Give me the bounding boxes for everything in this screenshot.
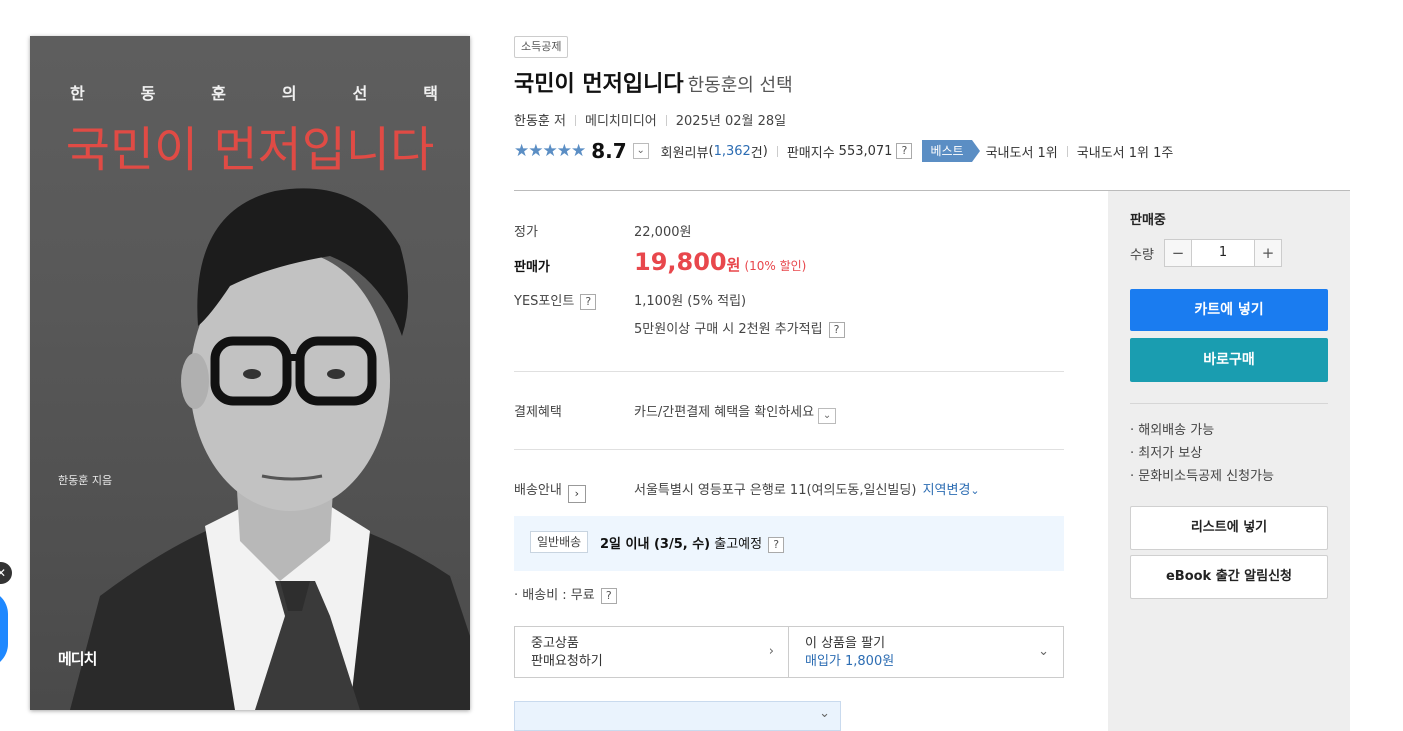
book-cover-image[interactable]: 한 동 훈 의 선 택 국민이 먼저입니다 한동훈 지음 메디치	[30, 36, 470, 710]
rank-link[interactable]: 국내도서 1위	[986, 142, 1058, 161]
sell-this-item[interactable]: 이 상품을 팔기 매입가 1,800원 ⌄	[789, 627, 1063, 677]
review-unit: 건	[750, 145, 763, 161]
list-price-value: 22,000원	[634, 225, 692, 240]
quantity-input[interactable]: 1	[1192, 239, 1254, 267]
change-region-link[interactable]: 지역변경	[923, 483, 971, 498]
publish-date: 2025년 02월 28일	[675, 114, 787, 129]
tax-deduction-tag: 소득공제	[514, 36, 569, 58]
sale-status: 판매중	[1130, 213, 1166, 228]
cover-title: 국민이 먼저입니다	[65, 122, 435, 178]
payment-benefit[interactable]: 카드/간편결제 혜택을 확인하세요 ⌄	[634, 401, 837, 424]
review-label[interactable]: 회원리뷰	[661, 142, 709, 161]
used-sell-request[interactable]: 중고상품 판매요청하기 ›	[515, 627, 789, 677]
used-left-line2: 판매요청하기	[531, 654, 603, 669]
cover-subtitle-char: 선	[352, 84, 368, 103]
expand-panel[interactable]: ⌄	[514, 701, 841, 731]
shipping-address: 서울특별시 영등포구 은행로 11(여의도동,일신빌딩) 지역변경⌄	[634, 479, 980, 498]
shipping-fee: · 배송비 : 무료?	[514, 584, 617, 604]
chevron-down-icon[interactable]: ⌄	[818, 408, 837, 424]
help-icon[interactable]: ?	[580, 294, 597, 310]
help-icon[interactable]: ?	[828, 322, 845, 338]
decrease-button[interactable]: −	[1164, 239, 1192, 267]
bestseller-badge: 베스트	[922, 140, 980, 162]
address-text: 서울특별시 영등포구 은행로 11(여의도동,일신빌딩)	[634, 483, 917, 498]
cover-subtitle: 한 동 훈 의 선 택	[70, 80, 438, 104]
increase-button[interactable]: +	[1254, 239, 1282, 267]
author-role: 저	[554, 114, 566, 129]
sale-price-value: 19,800	[634, 248, 727, 276]
add-to-cart-button[interactable]: 카트에 넣기	[1130, 289, 1328, 331]
add-to-list-button[interactable]: 리스트에 넣기	[1130, 506, 1328, 550]
divider	[1130, 403, 1328, 404]
delivery-info-box: 일반배송 2일 이내 (3/5, 수) 출고예정?	[514, 516, 1064, 571]
rank-week-link[interactable]: 국내도서 1위 1주	[1077, 142, 1174, 161]
help-icon[interactable]: ?	[600, 588, 617, 604]
author-link[interactable]: 한동훈	[514, 114, 550, 129]
points-label: YES포인트?	[514, 290, 597, 310]
chevron-right-icon[interactable]: ›	[567, 485, 586, 503]
page-title: 국민이 먼저입니다 한동훈의 선택	[514, 66, 793, 98]
publisher-link[interactable]: 메디치미디어	[585, 114, 657, 129]
shipping-label-text: 배송안내	[514, 483, 562, 498]
payment-label: 결제혜택	[514, 405, 562, 420]
list-price-label: 정가	[514, 225, 538, 240]
quantity-stepper: − 1 +	[1164, 239, 1282, 267]
chevron-down-icon: ⌄	[819, 706, 830, 721]
divider	[514, 371, 1064, 372]
quantity-label: 수량	[1130, 248, 1154, 263]
shipping-fee-text: 배송비 : 무료	[522, 588, 595, 603]
chevron-right-icon: ›	[768, 644, 774, 659]
delivery-eta: 2일 이내 (3/5, 수) 출고예정?	[600, 533, 785, 553]
book-subtitle: 한동훈의 선택	[687, 75, 793, 96]
cover-subtitle-char: 동	[140, 84, 156, 103]
cover-author: 한동훈 지음	[58, 474, 113, 487]
book-meta: 한동훈 저 메디치미디어 2025년 02월 28일	[514, 110, 786, 129]
points-extra-text: 5만원이상 구매 시 2천원 추가적립	[634, 322, 823, 337]
sale-price: 19,800원 (10% 할인)	[634, 248, 806, 276]
sales-index-value: 553,071	[838, 143, 893, 159]
list-item: · 최저가 보상	[1130, 446, 1203, 461]
publisher-logo: 메디치	[58, 650, 97, 668]
list-item: · 해외배송 가능	[1130, 423, 1215, 438]
cover-subtitle-char: 훈	[211, 84, 227, 103]
delivery-eta-date: 2일 이내 (3/5, 수)	[600, 537, 711, 552]
floating-widget[interactable]	[0, 590, 8, 668]
delivery-eta-text: 출고예정	[714, 537, 763, 552]
shipping-label: 배송안내 ›	[514, 479, 586, 503]
buyback-price: 매입가 1,800원	[805, 654, 895, 669]
benefit-list: · 해외배송 가능 · 최저가 보상 · 문화비소득공제 신청가능	[1130, 419, 1274, 488]
cover-subtitle-char: 택	[423, 84, 438, 103]
review-count[interactable]: 1,362	[714, 144, 751, 159]
cover-subtitle-char: 한	[70, 84, 85, 103]
ebook-alert-button[interactable]: eBook 출간 알림신청	[1130, 555, 1328, 599]
sales-index-label: 판매지수	[786, 145, 835, 161]
buy-now-button[interactable]: 바로구매	[1130, 338, 1328, 382]
payment-benefit-text: 카드/간편결제 혜택을 확인하세요	[634, 405, 815, 420]
help-icon[interactable]: ?	[768, 537, 785, 553]
used-book-box: 중고상품 판매요청하기 › 이 상품을 팔기 매입가 1,800원 ⌄	[514, 626, 1064, 678]
discount-rate: (10% 할인)	[744, 259, 807, 273]
chevron-down-icon[interactable]: ⌄	[970, 484, 979, 497]
chevron-down-icon: ⌄	[1038, 644, 1049, 659]
sale-price-unit: 원	[726, 256, 741, 274]
used-left-line1: 중고상품	[531, 636, 579, 651]
sale-price-label: 판매가	[514, 260, 550, 275]
list-item: · 문화비소득공제 신청가능	[1130, 469, 1274, 484]
chevron-down-icon[interactable]: ⌄	[632, 143, 649, 159]
rating-score: 8.7	[591, 139, 627, 163]
purchase-panel: 판매중 수량 − 1 + 카트에 넣기 바로구매 · 해외배송 가능 · 최저가…	[1108, 191, 1350, 731]
points-extra: 5만원이상 구매 시 2천원 추가적립?	[634, 318, 845, 338]
points-label-text: YES포인트	[514, 294, 575, 309]
cover-subtitle-char: 의	[281, 84, 297, 103]
rating-row: ★★★★★ 8.7 ⌄ 회원리뷰(1,362 건) 판매지수 553,071 ? …	[514, 139, 1174, 163]
help-icon[interactable]: ?	[896, 143, 913, 159]
points-value: 1,100원 (5% 적립)	[634, 294, 747, 309]
used-right-line1: 이 상품을 팔기	[805, 636, 886, 651]
close-icon[interactable]: ✕	[0, 562, 12, 584]
rating-stars-icon: ★★★★★	[514, 141, 586, 161]
delivery-type-badge: 일반배송	[530, 531, 589, 553]
divider	[514, 449, 1064, 450]
book-title: 국민이 먼저입니다	[514, 72, 684, 97]
